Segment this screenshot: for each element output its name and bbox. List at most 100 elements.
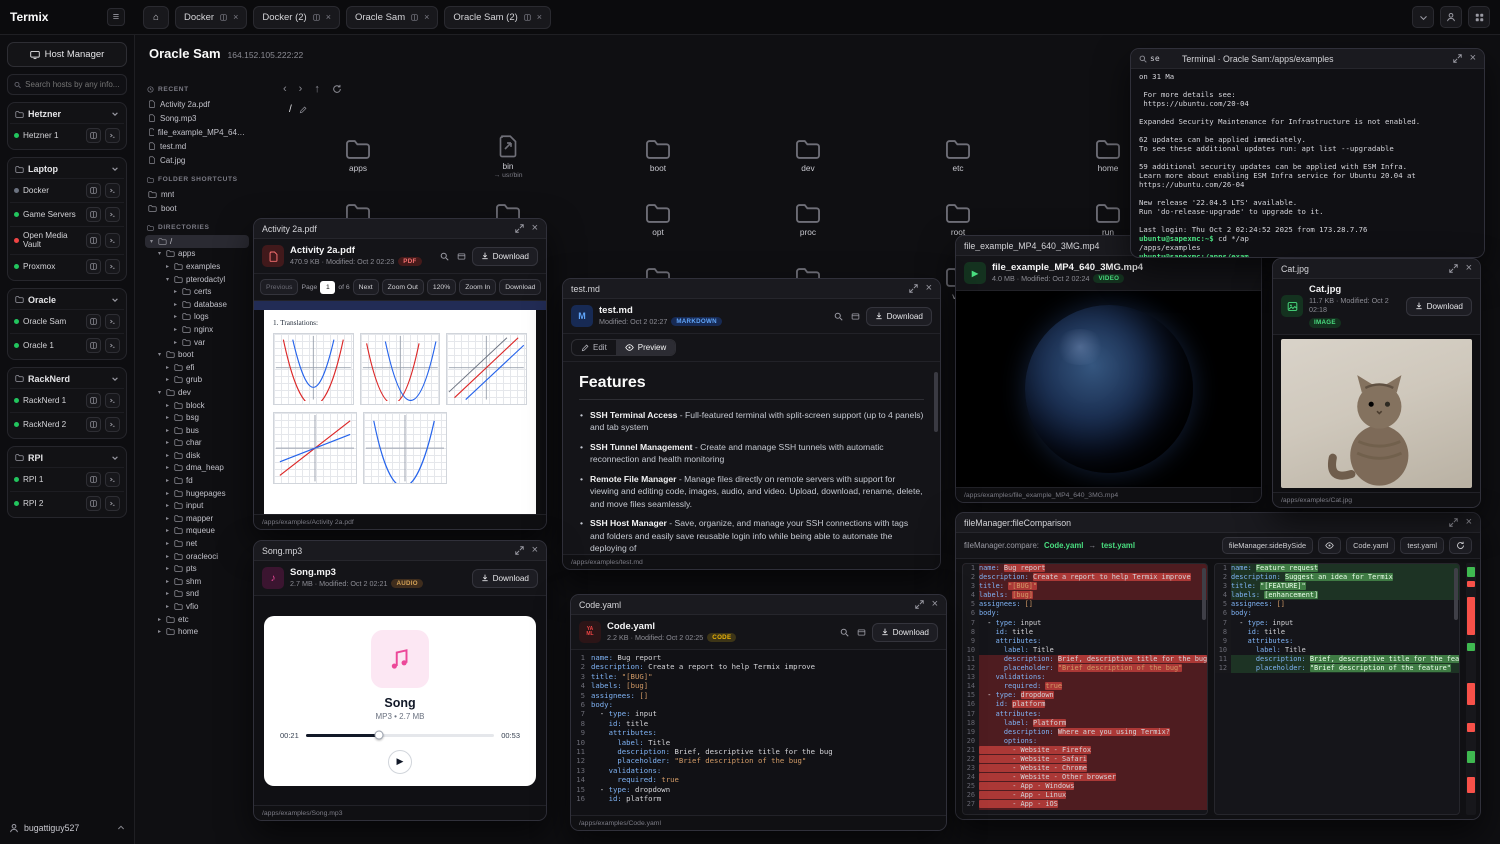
terminal-button[interactable] (105, 259, 120, 274)
search-icon[interactable] (840, 628, 849, 637)
chevron-right-icon[interactable]: ▸ (172, 326, 179, 333)
code-editor[interactable]: 1name: Bug report2description: Create a … (571, 650, 946, 815)
chevron-down-icon[interactable]: ▾ (148, 238, 155, 245)
chevron-right-icon[interactable]: ▸ (156, 628, 163, 635)
updates-button[interactable] (1412, 6, 1434, 28)
grid-folder-dev[interactable]: dev (733, 124, 883, 188)
seek-bar[interactable] (306, 734, 494, 737)
expand-icon[interactable] (1449, 264, 1458, 273)
terminal-button[interactable] (105, 417, 120, 432)
refresh-button[interactable] (1449, 537, 1472, 554)
grid-folder-apps[interactable]: apps (283, 124, 433, 188)
grid-folder-etc[interactable]: etc (883, 124, 1033, 188)
chevron-right-icon[interactable]: ▸ (164, 590, 171, 597)
chevron-right-icon[interactable]: ▸ (164, 477, 171, 484)
close-icon[interactable]: × (932, 599, 938, 610)
tree-item-disk[interactable]: ▸disk (145, 449, 249, 462)
host-search[interactable] (7, 74, 127, 95)
tree-item-snd[interactable]: ▸snd (145, 588, 249, 601)
tree-item-bus[interactable]: ▸bus (145, 424, 249, 437)
chevron-right-icon[interactable]: ▸ (172, 301, 179, 308)
download-button[interactable]: Download (1406, 297, 1472, 316)
chevron-right-icon[interactable]: ▸ (164, 376, 171, 383)
side-by-side-button[interactable]: fileManager.sideBySide (1222, 537, 1313, 554)
split-tab-icon[interactable] (411, 14, 418, 21)
close-icon[interactable]: × (532, 545, 538, 556)
tree-item-nginx[interactable]: ▸nginx (145, 323, 249, 336)
image-view[interactable] (1273, 335, 1480, 492)
tree-item-pterodactyl[interactable]: ▾pterodactyl (145, 273, 249, 286)
recent-file-activity-2a-pdf[interactable]: Activity 2a.pdf (145, 97, 249, 111)
chevron-right-icon[interactable]: ▸ (164, 464, 171, 471)
diff-pane-right[interactable]: 1name: Feature request2description: Sugg… (1214, 563, 1460, 815)
tree-item-hugepages[interactable]: ▸hugepages (145, 487, 249, 500)
close-tab-icon[interactable]: × (537, 13, 542, 22)
download-button[interactable]: Download (472, 247, 538, 266)
split-view-button[interactable] (86, 259, 101, 274)
tree-item-logs[interactable]: ▸logs (145, 311, 249, 324)
tab-oracle-sam-2[interactable]: Oracle Sam (2)× (444, 6, 551, 29)
host-hetzner-1[interactable]: Hetzner 1 (10, 123, 124, 147)
terminal-button[interactable] (105, 128, 120, 143)
split-view-button[interactable] (86, 393, 101, 408)
download-button[interactable]: Download (866, 307, 932, 326)
chevron-right-icon[interactable]: ▸ (164, 502, 171, 509)
group-header[interactable]: RPI (10, 449, 124, 467)
tree-item-[interactable]: ▾/ (145, 235, 249, 248)
image-titlebar[interactable]: Cat.jpg × (1273, 259, 1480, 279)
tree-item-grub[interactable]: ▸grub (145, 374, 249, 387)
tree-item-input[interactable]: ▸input (145, 499, 249, 512)
host-racknerd-1[interactable]: RackNerd 1 (10, 388, 124, 412)
shortcut-mnt[interactable]: mnt (145, 187, 249, 201)
split-view-button[interactable] (86, 128, 101, 143)
play-button[interactable]: ▶ (388, 750, 412, 774)
recent-file-cat-jpg[interactable]: Cat.jpg (145, 153, 249, 167)
chevron-right-icon[interactable]: ▸ (164, 578, 171, 585)
chevron-right-icon[interactable]: ▸ (156, 616, 163, 623)
edit-tab[interactable]: Edit (572, 340, 616, 355)
host-proxmox[interactable]: Proxmox (10, 254, 124, 278)
chevron-down-icon[interactable]: ▾ (164, 276, 171, 283)
chevron-right-icon[interactable]: ▸ (164, 603, 171, 610)
diff-titlebar[interactable]: fileManager:fileComparison × (956, 513, 1480, 533)
chevron-right-icon[interactable]: ▸ (164, 427, 171, 434)
split-view-button[interactable] (86, 314, 101, 329)
host-rpi-2[interactable]: RPI 2 (10, 491, 124, 515)
tree-item-examples[interactable]: ▸examples (145, 260, 249, 273)
expand-icon[interactable] (915, 600, 924, 609)
recent-file-song-mp3[interactable]: Song.mp3 (145, 111, 249, 125)
tree-item-efi[interactable]: ▸efi (145, 361, 249, 374)
group-header[interactable]: Oracle (10, 291, 124, 309)
preview-tab[interactable]: Preview (616, 340, 675, 355)
edit-path-icon[interactable] (299, 106, 307, 114)
tab-home[interactable]: ⌂ (143, 6, 169, 29)
tree-item-fd[interactable]: ▸fd (145, 474, 249, 487)
open-external-icon[interactable] (457, 252, 466, 261)
grid-folder-boot[interactable]: boot (583, 124, 733, 188)
chevron-right-icon[interactable]: ▸ (164, 527, 171, 534)
chevron-right-icon[interactable]: ▸ (164, 553, 171, 560)
tree-item-pts[interactable]: ▸pts (145, 562, 249, 575)
pdf-page-view[interactable]: 1. Translations: (254, 301, 546, 514)
chevron-down-icon[interactable] (111, 165, 119, 173)
next-page-button[interactable]: Next (353, 279, 379, 295)
host-oracle-1[interactable]: Oracle 1 (10, 333, 124, 357)
apps-grid-button[interactable] (1468, 6, 1490, 28)
sidebar-toggle-icon[interactable]: ≡ (107, 8, 125, 26)
chevron-right-icon[interactable]: ▸ (164, 439, 171, 446)
tree-item-home[interactable]: ▸home (145, 625, 249, 638)
download-button[interactable]: Download (472, 569, 538, 588)
chevron-down-icon[interactable]: ▾ (156, 250, 163, 257)
search-icon[interactable] (440, 252, 449, 261)
tree-item-var[interactable]: ▸var (145, 336, 249, 349)
chevron-right-icon[interactable]: ▸ (164, 540, 171, 547)
recent-file-test-md[interactable]: test.md (145, 139, 249, 153)
terminal-button[interactable] (105, 314, 120, 329)
chevron-right-icon[interactable]: ▸ (164, 402, 171, 409)
split-tab-icon[interactable] (313, 14, 320, 21)
split-view-button[interactable] (86, 183, 101, 198)
tab-docker[interactable]: Docker× (175, 6, 247, 29)
split-view-button[interactable] (86, 472, 101, 487)
close-icon[interactable]: × (1466, 263, 1472, 274)
search-icon[interactable] (834, 312, 843, 321)
